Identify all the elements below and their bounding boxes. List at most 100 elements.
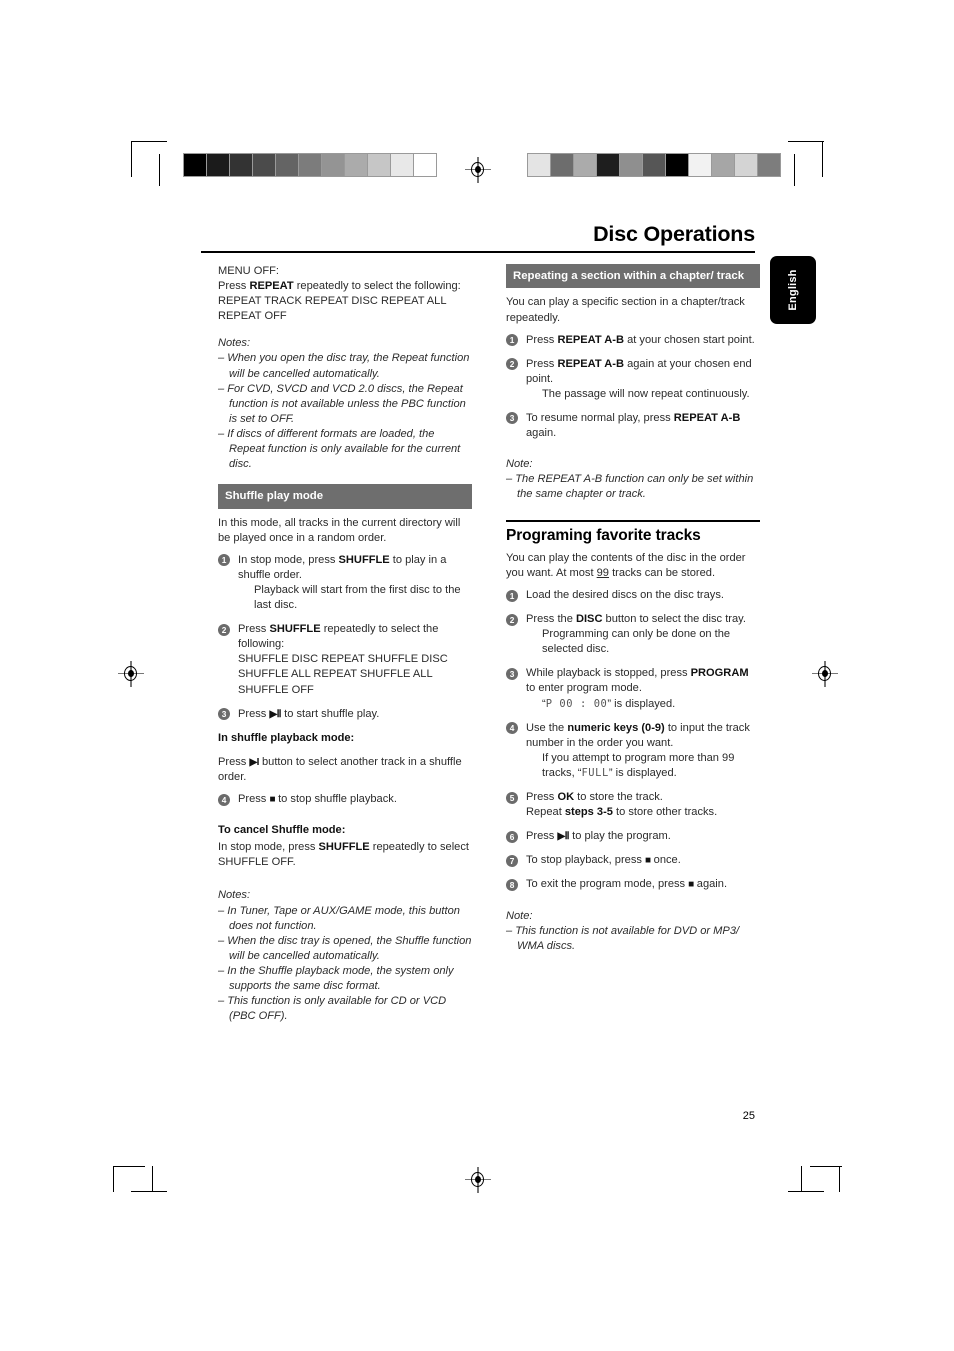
gray-swatch-3 — [597, 154, 620, 176]
step-text: While playback is stopped, press PROGRAM… — [526, 666, 760, 696]
shuffle-step-3: 3 Press ▶Ⅱ to start shuffle play. — [218, 707, 472, 722]
lcd-display-value: P 00 : 00 — [545, 697, 608, 710]
header-rule — [201, 251, 755, 254]
step-text: To exit the program mode, press ■ again. — [526, 877, 760, 892]
program-step-3: 3 While playback is stopped, press PROGR… — [506, 666, 760, 711]
step-number-badge: 2 — [218, 623, 230, 636]
crop-mark-top-left-bar — [159, 154, 161, 186]
gray-swatch-5 — [643, 154, 666, 176]
gray-swatch-9 — [391, 154, 414, 176]
shuffle-step-1: 1 In stop mode, press SHUFFLE to play in… — [218, 553, 472, 613]
step-text-post: button to select the disc tray. — [602, 613, 746, 626]
step-text-pre: In stop mode, press — [238, 553, 339, 566]
step-sub-text: Programming can only be done on the sele… — [542, 628, 731, 656]
quote-close: ” is displayed. — [607, 697, 676, 710]
cancel-shuffle-text: In stop mode, press SHUFFLE repeatedly t… — [218, 840, 472, 870]
step-text: Press REPEAT A-B again at your chosen en… — [526, 357, 760, 387]
step-text: Press OK to store the track. — [526, 790, 760, 805]
gray-swatch-7 — [345, 154, 368, 176]
step-text-post: to enter program mode. — [526, 682, 642, 695]
registration-target-icon-right — [812, 661, 838, 687]
repeat-steps-range: steps 3-5 — [564, 806, 613, 819]
shuffle-note-item: – In the Shuffle playback mode, the syst… — [218, 964, 454, 992]
crop-mark-bottom-left-v — [152, 1166, 154, 1192]
repeat-key-label: REPEAT — [249, 280, 294, 293]
gray-swatch-4 — [276, 154, 299, 176]
step-text: In stop mode, press SHUFFLE to play in a… — [238, 553, 472, 583]
repeat-steps-pre: Repeat — [526, 806, 565, 819]
gray-swatch-6 — [666, 154, 689, 176]
shuffle-note-item: – In Tuner, Tape or AUX/GAME mode, this … — [218, 904, 460, 932]
step-sub-text: If you attempt to program more than 99 t… — [526, 751, 760, 781]
step-number-badge: 3 — [506, 667, 518, 680]
crop-mark-bottom-right-h — [788, 1191, 824, 1193]
step-text-pre: Press — [238, 623, 270, 636]
step-number-badge: 1 — [506, 334, 518, 347]
step-text: Use the numeric keys (0-9) to input the … — [526, 721, 760, 751]
gray-swatch-5 — [299, 154, 322, 176]
full-warning-post: ” is displayed. — [608, 766, 677, 779]
shuffle-key-label: SHUFFLE — [338, 553, 390, 566]
crop-mark-top-left-v — [131, 141, 133, 177]
step-text-post: again. — [526, 427, 557, 440]
step-number-badge: 6 — [506, 830, 518, 843]
step-text: Press ▶Ⅱ to start shuffle play. — [238, 707, 472, 722]
gray-swatch-6 — [322, 154, 345, 176]
max-tracks-value: 99 — [596, 566, 609, 579]
repeat-ab-band: Repeating a section within a chapter/ tr… — [506, 264, 760, 289]
step-number-badge: 5 — [506, 791, 518, 804]
step-text: To stop playback, press ■ once. — [526, 853, 760, 868]
cancel-shuffle-subhead: To cancel Shuffle mode: — [218, 824, 346, 837]
repeat-ab-key-label: REPEAT A-B — [557, 357, 625, 370]
step-text-pre: To stop playback, press — [526, 854, 646, 867]
program-step-1: 1 Load the desired discs on the disc tra… — [506, 588, 760, 603]
step-text-pre: Press — [526, 830, 558, 843]
menu-off-pre: Press — [218, 280, 250, 293]
step-repeat-text: Repeat steps 3-5 to store other tracks. — [526, 805, 760, 820]
crop-mark-bottom-right-v — [801, 1166, 803, 1192]
gray-swatch-10 — [758, 154, 780, 176]
step-text-pre: Press — [526, 357, 558, 370]
step-number-badge: 2 — [506, 358, 518, 371]
step-text-pre: Press — [526, 791, 558, 804]
repeat-ab-step-2: 2 Press REPEAT A-B again at your chosen … — [506, 357, 760, 402]
program-step-6: 6 Press ▶Ⅱ to play the program. — [506, 829, 760, 844]
step-text-post: again. — [693, 878, 728, 891]
registration-target-icon-top — [465, 157, 491, 183]
cancel-shuffle-pre: In stop mode, press — [218, 841, 319, 854]
step-text-post: once. — [650, 854, 681, 867]
repeat-note-item: – When you open the disc tray, the Repea… — [218, 352, 470, 380]
repeat-options-list: REPEAT TRACK REPEAT DISC REPEAT ALL REPE… — [218, 295, 447, 323]
registration-target-icon-bottom — [465, 1167, 491, 1193]
step-text-post: to stop shuffle playback. — [275, 793, 397, 806]
shuffle-step-2: 2 Press SHUFFLE repeatedly to select the… — [218, 622, 472, 697]
step-number-badge: 1 — [506, 589, 518, 602]
shuffle-note-item: – When the disc tray is opened, the Shuf… — [218, 934, 472, 962]
repeat-note-item: – For CVD, SVCD and VCD 2.0 discs, the R… — [218, 382, 466, 425]
language-tab: English — [770, 256, 816, 324]
gray-swatch-0 — [528, 154, 551, 176]
step-text: To resume normal play, press REPEAT A-B … — [526, 411, 760, 441]
program-step-8: 8 To exit the program mode, press ■ agai… — [506, 877, 760, 892]
gray-swatch-2 — [230, 154, 253, 176]
repeat-note-item: – If discs of different formats are load… — [218, 427, 461, 471]
program-intro-post: tracks can be stored. — [608, 566, 716, 579]
next-track-icon: ▶I — [249, 756, 259, 768]
shuffle-key-label: SHUFFLE — [269, 623, 321, 636]
step-number-badge: 3 — [218, 708, 230, 721]
shuffle-note-item: – This function is only available for CD… — [218, 995, 447, 1023]
step-text: Press SHUFFLE repeatedly to select the f… — [238, 622, 472, 652]
program-note-label: Note: — [506, 909, 533, 922]
step-text-pre: Use the — [526, 721, 568, 734]
step-text-post: to play the program. — [569, 830, 671, 843]
shuffle-play-mode-band: Shuffle play mode — [218, 484, 472, 509]
step-text: Press REPEAT A-B at your chosen start po… — [526, 333, 760, 348]
crop-mark-bottom-left-corner-h — [113, 1166, 145, 1168]
grayscale-strip-left — [183, 153, 437, 177]
repeat-ab-note-label: Note: — [506, 458, 533, 471]
step-number-badge: 1 — [218, 554, 230, 567]
crop-mark-bottom-left-corner — [113, 1166, 115, 1192]
menu-off-label: MENU OFF: — [218, 265, 280, 277]
step-text-pre: Press — [526, 333, 558, 346]
menu-off-post: repeatedly to select the following: — [293, 280, 461, 293]
